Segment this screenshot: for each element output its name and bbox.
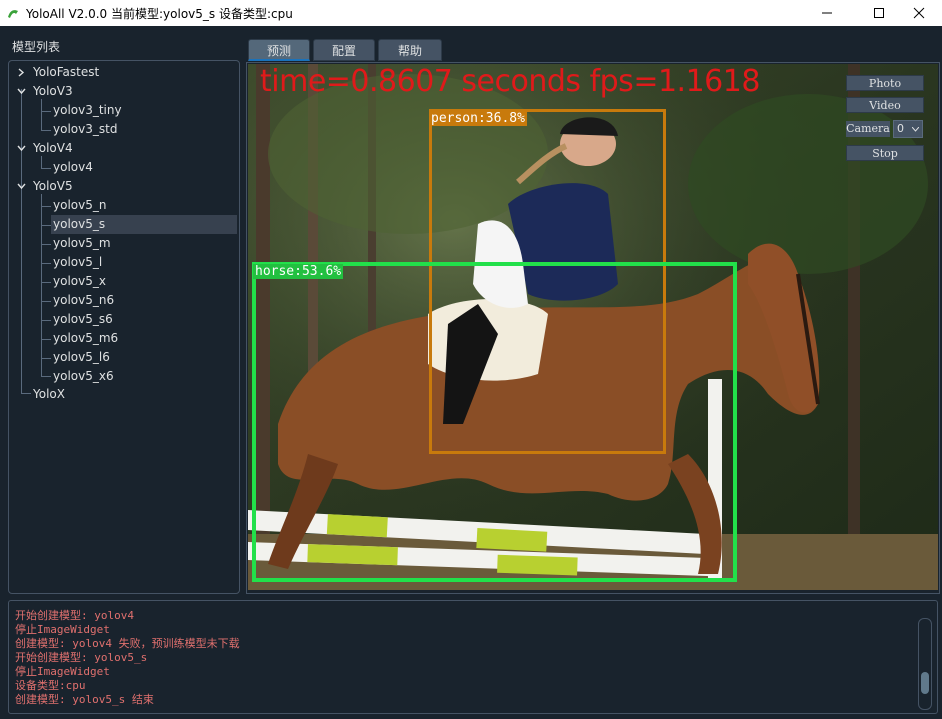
tab-predict[interactable]: 预测 — [248, 39, 310, 61]
tree-item-label: yolov5_m6 — [53, 331, 119, 345]
video-button[interactable]: Video — [846, 97, 924, 113]
camera-select[interactable]: 0 — [893, 120, 923, 138]
photo-button[interactable]: Photo — [846, 75, 924, 91]
tree-item-label: yolov5_x — [53, 274, 106, 288]
chevron-right-icon — [18, 68, 25, 77]
chevron-down-icon — [17, 183, 26, 190]
tree-item-yolov5-m[interactable]: yolov5_m — [9, 234, 239, 253]
tree-item-yolov5-l[interactable]: yolov5_l — [9, 253, 239, 272]
minimize-icon — [822, 12, 832, 14]
tree-item-yolov4-group[interactable]: YoloV4 — [9, 139, 239, 158]
tree-item-label: yolov5_n — [53, 198, 107, 212]
log-output[interactable]: 开始创建模型: yolov4 停止ImageWidget 创建模型: yolov… — [8, 600, 938, 714]
close-button[interactable] — [896, 0, 942, 26]
inference-time-overlay: time=0.8607 seconds fps=1.1618 — [260, 64, 760, 99]
tab-config[interactable]: 配置 — [313, 39, 375, 61]
tree-item-yolov3-std[interactable]: yolov3_std — [9, 120, 239, 139]
chevron-down-icon — [17, 88, 26, 95]
tree-item-label: yolov5_m — [53, 236, 111, 250]
tree-item-yolov5-x[interactable]: yolov5_x — [9, 272, 239, 291]
close-icon — [913, 7, 925, 19]
horse-detection-box — [252, 262, 737, 582]
maximize-icon — [874, 8, 884, 18]
tree-item-label: YoloV3 — [33, 84, 73, 98]
tree-item-label: yolov4 — [53, 160, 93, 174]
tree-item-yolov4[interactable]: yolov4 — [9, 158, 239, 177]
tree-item-yolov5-l6[interactable]: yolov5_l6 — [9, 348, 239, 367]
minimize-button[interactable] — [804, 0, 850, 26]
tree-item-label: yolov5_l — [53, 255, 103, 269]
tree-item-yolov5-s6[interactable]: yolov5_s6 — [9, 310, 239, 329]
stop-button[interactable]: Stop — [846, 145, 924, 161]
tree-item-label: yolov5_n6 — [53, 293, 115, 307]
person-detection-label: person:36.8% — [429, 111, 527, 126]
horse-detection-label: horse:53.6% — [253, 264, 344, 279]
log-scrollbar-thumb[interactable] — [921, 672, 929, 694]
tree-item-yolov5-n6[interactable]: yolov5_n6 — [9, 291, 239, 310]
camera-label: Camera — [846, 121, 890, 137]
tree-item-yolov5-s[interactable]: yolov5_s — [9, 215, 239, 234]
tree-item-yolov5-group[interactable]: YoloV5 — [9, 177, 239, 196]
camera-select-value: 0 — [897, 122, 904, 135]
tab-help[interactable]: 帮助 — [378, 39, 442, 61]
app-logo-icon — [8, 10, 18, 18]
tree-item-yolov5-m6[interactable]: yolov5_m6 — [9, 329, 239, 348]
chevron-down-icon — [912, 127, 919, 132]
tree-item-label: YoloX — [33, 387, 65, 401]
title-bar: YoloAll V2.0.0 当前模型:yolov5_s 设备类型:cpu — [0, 0, 942, 26]
tree-item-yolov5-n[interactable]: yolov5_n — [9, 196, 239, 215]
tree-item-label: YoloV5 — [33, 179, 73, 193]
tree-item-label: YoloV4 — [33, 141, 73, 155]
model-tree[interactable]: YoloFastest YoloV3 yolov3_tiny yolov3_st… — [8, 60, 240, 594]
tree-item-label: yolov5_s — [53, 217, 106, 231]
log-line: 创建模型: yolov5_s 结束 — [15, 693, 154, 706]
log-scrollbar[interactable] — [918, 618, 932, 710]
chevron-down-icon — [17, 145, 26, 152]
tree-item-label: yolov5_x6 — [53, 369, 114, 383]
model-list-title: 模型列表 — [12, 40, 61, 54]
tree-item-label: yolov3_tiny — [53, 103, 122, 117]
tree-item-label: yolov5_l6 — [53, 350, 110, 364]
tree-item-yolov3-tiny[interactable]: yolov3_tiny — [9, 101, 239, 120]
tree-item-yolox[interactable]: YoloX — [9, 385, 239, 404]
tree-item-label: yolov3_std — [53, 122, 118, 136]
tree-item-yolov3[interactable]: YoloV3 — [9, 82, 239, 101]
tree-item-yolov5-x6[interactable]: yolov5_x6 — [9, 367, 239, 386]
tree-item-label: YoloFastest — [33, 65, 100, 79]
tree-item-label: yolov5_s6 — [53, 312, 113, 326]
window-title: YoloAll V2.0.0 当前模型:yolov5_s 设备类型:cpu — [26, 7, 293, 21]
tree-item-yolofastest[interactable]: YoloFastest — [9, 63, 239, 82]
